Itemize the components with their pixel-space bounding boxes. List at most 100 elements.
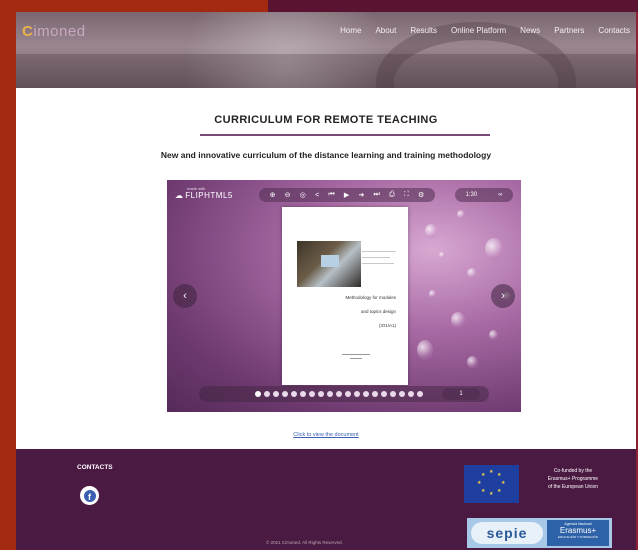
page-dot[interactable] — [273, 391, 279, 397]
document-page[interactable]: Methodology for modules and topics desig… — [282, 207, 408, 385]
water-drop — [489, 330, 498, 340]
nav-partners[interactable]: Partners — [554, 26, 584, 35]
site-header: Cimoned Home About Results Online Platfo… — [16, 12, 636, 88]
page-dot[interactable] — [417, 391, 423, 397]
viewer-toolbar: ⊕ ⊖ ◎ < ⏮ ▶ ➜ ⏭ ⎙ ⛶ ⚙ — [259, 188, 435, 202]
logo-mark: C — [22, 23, 34, 40]
nav-about[interactable]: About — [375, 26, 396, 35]
first-page-icon[interactable]: ⏮ — [328, 191, 334, 199]
zoom-value: 1:30 — [465, 192, 478, 198]
page-dot[interactable] — [408, 391, 414, 397]
sepie-wordmark: sepie — [471, 522, 543, 544]
water-drop — [425, 224, 437, 238]
eu-text-line-3: of the European Union — [547, 484, 599, 490]
page-dot[interactable] — [345, 391, 351, 397]
eu-star-icon: ★ — [481, 472, 486, 478]
nav-home[interactable]: Home — [340, 26, 361, 35]
main-nav: Home About Results Online Platform News … — [340, 26, 636, 35]
page-dot[interactable] — [291, 391, 297, 397]
frame-left — [0, 0, 16, 550]
page-dot[interactable] — [372, 391, 378, 397]
facebook-button[interactable]: f — [80, 486, 99, 505]
page-dot[interactable] — [390, 391, 396, 397]
page-dot[interactable] — [318, 391, 324, 397]
water-drop — [429, 290, 436, 298]
last-page-icon[interactable]: ⏭ — [374, 191, 380, 199]
page-dot[interactable] — [354, 391, 360, 397]
eu-star-icon: ★ — [489, 469, 494, 475]
fliphtml5-logo[interactable]: made with ☁ FLIPHTML5 — [175, 186, 233, 200]
link-icon[interactable]: ∞ — [498, 192, 502, 198]
header-band — [16, 54, 636, 88]
nav-contacts[interactable]: Contacts — [598, 26, 630, 35]
page-text-line — [362, 257, 390, 258]
site-logo[interactable]: Cimoned — [22, 23, 86, 40]
erasmus-badge-title: Erasmus+ — [559, 526, 597, 535]
fullscreen-icon[interactable]: ⛶ — [404, 191, 409, 199]
zoom-fit-icon[interactable]: ◎ — [300, 191, 306, 199]
cover-photo — [297, 241, 361, 287]
cloud-icon: ☁ — [175, 191, 183, 200]
eu-star-icon: ★ — [489, 491, 494, 497]
fliphtml5-tagline: made with — [187, 186, 206, 191]
page-text-line — [362, 263, 394, 264]
settings-icon[interactable]: ⚙ — [418, 191, 424, 199]
page-text-2: and topics design — [360, 309, 396, 314]
page-dot[interactable] — [327, 391, 333, 397]
eu-star-icon: ★ — [481, 488, 486, 494]
page-dot[interactable] — [309, 391, 315, 397]
logo-text: imoned — [33, 23, 86, 40]
flipbook-viewer[interactable]: made with ☁ FLIPHTML5 ⊕ ⊖ ◎ < ⏮ ▶ ➜ ⏭ ⎙ … — [167, 180, 521, 412]
eu-text-line-2: Erasmus+ Programme — [547, 476, 599, 482]
eu-star-icon: ★ — [501, 480, 506, 486]
water-drop — [457, 210, 465, 219]
fliphtml5-brand: FLIPHTML5 — [185, 191, 233, 200]
print-icon[interactable]: ⎙ — [389, 191, 395, 199]
page-dots — [255, 391, 423, 397]
nav-news[interactable]: News — [520, 26, 540, 35]
cover-photo-screen — [321, 255, 339, 267]
eu-star-icon: ★ — [477, 480, 482, 486]
page-footer-line — [350, 358, 362, 359]
site-footer: CONTACTS f ★ ★ ★ ★ ★ ★ ★ ★ Co-funded by … — [16, 449, 636, 550]
chevron-left-icon: ‹ — [183, 290, 187, 302]
eu-text-line-1: Co-funded by the — [553, 468, 593, 474]
page-dot[interactable] — [255, 391, 261, 397]
eu-cofunded-text: Co-funded by the Erasmus+ Programme of t… — [526, 467, 620, 491]
page-dot[interactable] — [336, 391, 342, 397]
previous-page-button[interactable]: ‹ — [173, 284, 197, 308]
eu-flag-logo: ★ ★ ★ ★ ★ ★ ★ ★ — [464, 465, 519, 503]
zoom-indicator[interactable]: 1:30 ∞ — [455, 188, 513, 202]
zoom-out-icon[interactable]: ⊖ — [285, 191, 291, 199]
page-dot[interactable] — [381, 391, 387, 397]
view-document-link[interactable]: Click to view the document — [16, 432, 636, 438]
eu-star-icon: ★ — [497, 488, 502, 494]
title-divider — [200, 134, 490, 136]
play-icon[interactable]: ▶ — [344, 191, 349, 199]
page-title: CURRICULUM FOR REMOTE TEACHING — [214, 114, 438, 126]
page-dot[interactable] — [300, 391, 306, 397]
water-drop — [451, 312, 465, 328]
next-icon[interactable]: ➜ — [358, 191, 364, 199]
zoom-in-icon[interactable]: ⊕ — [270, 191, 276, 199]
water-drop — [485, 238, 503, 260]
nav-results[interactable]: Results — [410, 26, 437, 35]
page-text-1: Methodology for modules — [345, 295, 396, 300]
page-subtitle: New and innovative curriculum of the dis… — [160, 150, 492, 160]
next-page-button[interactable]: › — [491, 284, 515, 308]
page-text-3: (IO1/A1) — [378, 323, 396, 328]
page-dot[interactable] — [264, 391, 270, 397]
sepie-logo[interactable]: sepie Agencia Nacional Erasmus+ EDUCACIÓ… — [467, 518, 612, 548]
frame-top-right — [268, 0, 638, 12]
page-number-input[interactable]: 1 — [442, 388, 480, 400]
share-icon[interactable]: < — [315, 192, 319, 199]
page-text-line — [362, 251, 396, 252]
page-dot[interactable] — [363, 391, 369, 397]
page-dot[interactable] — [282, 391, 288, 397]
facebook-icon: f — [83, 489, 96, 502]
page-dot[interactable] — [399, 391, 405, 397]
copyright-text: © 2021 Cimoned. All Rights Reserved. — [266, 540, 343, 545]
chevron-right-icon: › — [501, 290, 505, 302]
page-footer-line — [342, 354, 370, 355]
nav-online-platform[interactable]: Online Platform — [451, 26, 506, 35]
